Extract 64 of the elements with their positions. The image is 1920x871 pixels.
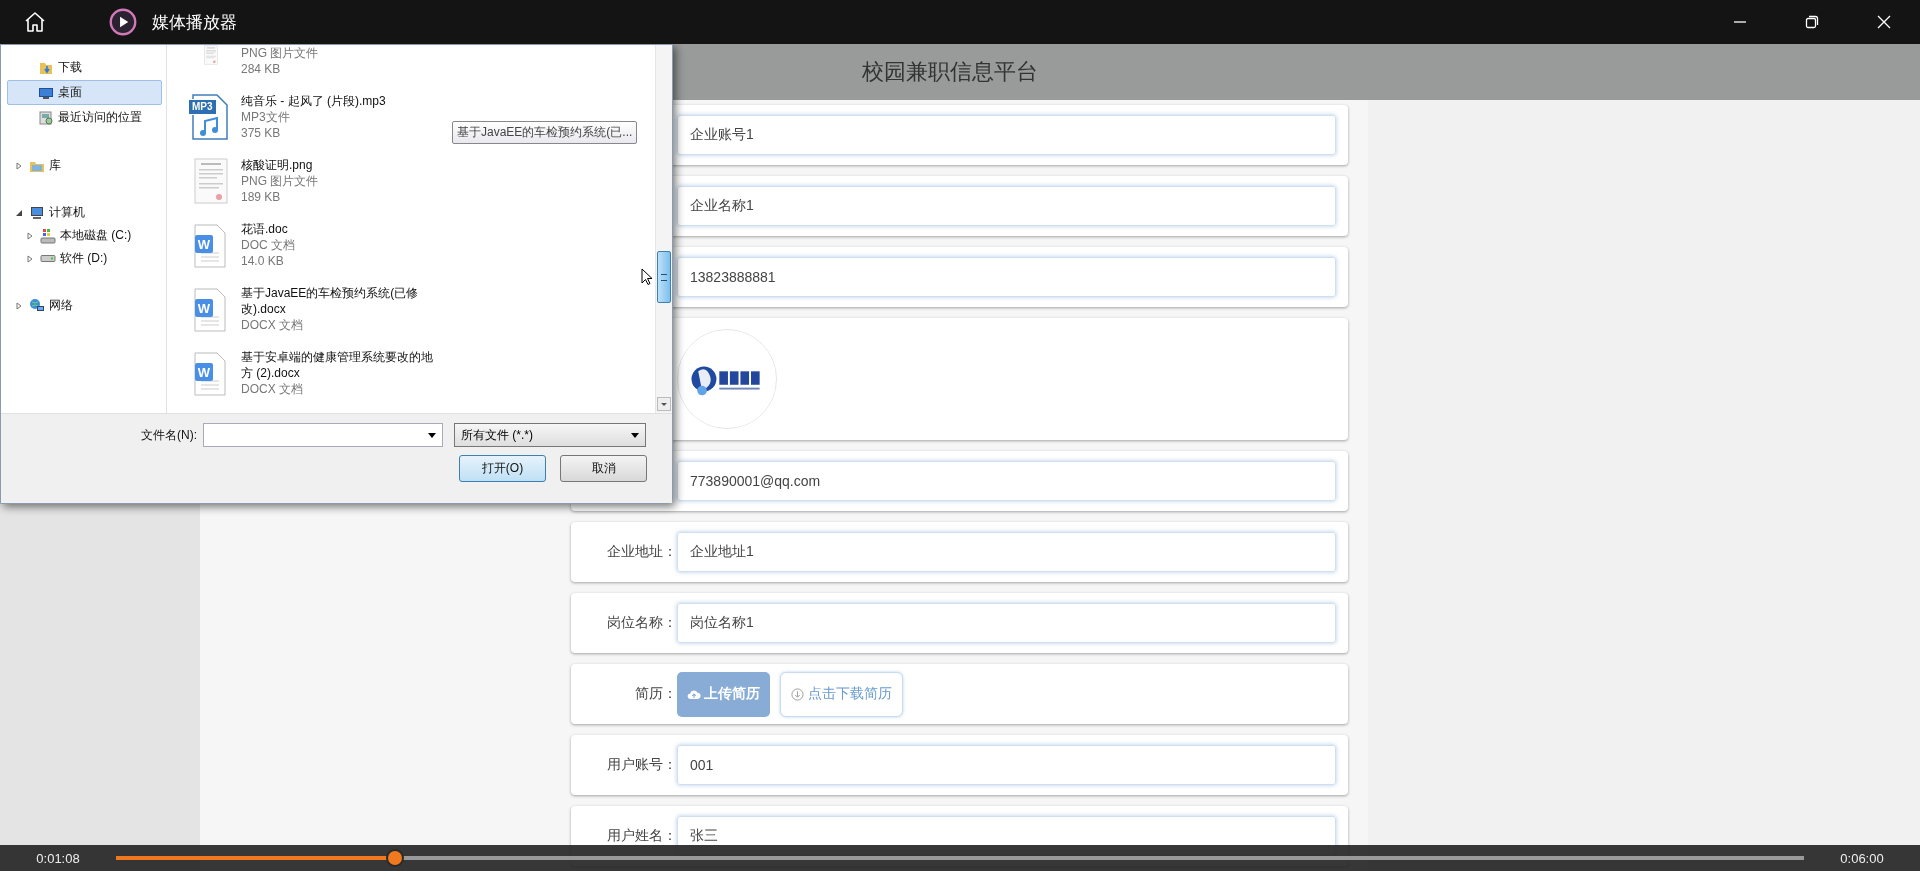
system-drive-icon bbox=[40, 227, 56, 244]
file-type: DOCX 文档 bbox=[241, 381, 304, 397]
elapsed-time: 0:01:08 bbox=[35, 850, 81, 866]
caret-icon[interactable] bbox=[631, 432, 639, 438]
nav-item[interactable]: 桌面 bbox=[7, 80, 162, 105]
nav-item[interactable]: 下载 bbox=[7, 55, 162, 80]
computer-icon bbox=[29, 204, 45, 221]
seek-handle[interactable] bbox=[385, 849, 404, 867]
cloud-upload-icon bbox=[687, 688, 701, 700]
caret-icon[interactable] bbox=[428, 432, 436, 438]
nav-item[interactable]: 软件 (D:) bbox=[40, 250, 108, 267]
cancel-button[interactable]: 取消 bbox=[560, 455, 647, 482]
file-name[interactable]: 基于JavaEE的车检预约系统(已修改).docx bbox=[241, 285, 441, 317]
field-label: 岗位名称： bbox=[607, 614, 677, 632]
file-type: DOCX 文档 bbox=[241, 317, 304, 333]
play-icon bbox=[109, 8, 137, 36]
input-field[interactable]: 企业账号1 bbox=[677, 115, 1336, 155]
file-size: 284 KB bbox=[241, 61, 282, 77]
file-type-dropdown[interactable]: 所有文件 (*.*) bbox=[454, 423, 646, 447]
file-name[interactable]: 花语.doc bbox=[241, 221, 441, 237]
download-icon bbox=[791, 687, 804, 701]
file-type: MP3文件 bbox=[241, 109, 291, 125]
input-field[interactable]: 001 bbox=[677, 745, 1336, 785]
scroll-down-icon[interactable] bbox=[657, 397, 671, 411]
file-size: 14.0 KB bbox=[241, 253, 285, 269]
field-label: 企业地址： bbox=[607, 543, 677, 561]
file-name[interactable]: 核酸证明.png bbox=[241, 157, 441, 173]
drive-icon bbox=[40, 255, 56, 262]
cursor-icon bbox=[641, 268, 653, 286]
file-name[interactable]: 基于安卓端的健康管理系统要改的地方 (2).docx bbox=[241, 349, 441, 381]
scrollbar[interactable] bbox=[655, 45, 672, 413]
open-button[interactable]: 打开(O) bbox=[459, 455, 546, 482]
nav-item[interactable]: 本地磁盘 (C:) bbox=[40, 227, 132, 244]
tooltip: 基于JavaEE的车检预约系统(已... bbox=[452, 121, 638, 144]
recent-places-icon bbox=[38, 109, 54, 126]
file-name-field[interactable] bbox=[203, 423, 443, 447]
file-type: PNG 图片文件 bbox=[241, 173, 320, 189]
input-field[interactable]: 岗位名称1 bbox=[677, 603, 1336, 643]
input-field[interactable]: 企业名称1 bbox=[677, 186, 1336, 226]
file-type: PNG 图片文件 bbox=[241, 45, 320, 61]
field-label: 用户姓名： bbox=[607, 827, 677, 845]
total-time: 0:06:00 bbox=[1839, 850, 1885, 866]
input-field[interactable]: 13823888881 bbox=[677, 257, 1336, 297]
scroll-thumb[interactable] bbox=[657, 251, 671, 303]
home-icon[interactable] bbox=[23, 10, 47, 34]
network-icon bbox=[29, 297, 45, 314]
file-size: 375 KB bbox=[241, 125, 282, 141]
file-name-label: 文件名(N): bbox=[140, 426, 197, 444]
close-icon[interactable] bbox=[1876, 14, 1892, 30]
input-field[interactable]: 企业地址1 bbox=[677, 532, 1336, 572]
file-type: DOC 文档 bbox=[241, 237, 296, 253]
file-size: 189 KB bbox=[241, 189, 282, 205]
nav-item[interactable]: 库 bbox=[29, 157, 61, 174]
field-label: 用户账号： bbox=[607, 756, 677, 774]
file-name[interactable]: 纯音乐 - 起风了 (片段).mp3 bbox=[241, 93, 441, 109]
window-title: 媒体播放器 bbox=[152, 11, 237, 34]
nav-item[interactable]: 网络 bbox=[29, 297, 73, 314]
restore-icon[interactable] bbox=[1804, 14, 1820, 30]
input-field[interactable]: 773890001@qq.com bbox=[677, 461, 1336, 501]
nav-item[interactable]: 计算机 bbox=[29, 204, 85, 221]
expander-icon[interactable] bbox=[15, 208, 23, 217]
field-label: 简历： bbox=[635, 685, 677, 703]
page-title: 校园兼职信息平台 bbox=[862, 58, 1038, 86]
nav-item[interactable]: 最近访问的位置 bbox=[7, 105, 162, 130]
